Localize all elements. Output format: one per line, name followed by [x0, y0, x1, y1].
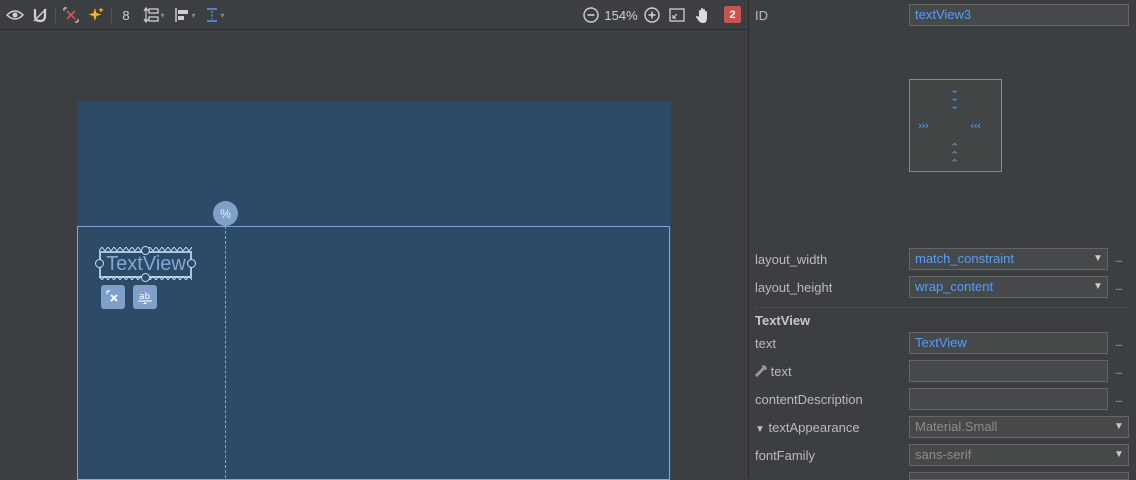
pack-icon[interactable]: ▾ — [141, 4, 167, 26]
left-anchor-handle[interactable] — [95, 259, 104, 268]
text-appearance-dropdown[interactable]: Material.Small ▼ — [909, 416, 1129, 438]
error-badge[interactable]: 2 — [724, 6, 741, 23]
dropdown-arrow-icon: ▼ — [1093, 281, 1103, 292]
id-field[interactable]: textView3 — [909, 4, 1129, 26]
text-label: text — [755, 336, 776, 351]
dropdown-arrow-icon: ▼ — [1093, 253, 1103, 264]
tools-text-label: text — [754, 364, 792, 379]
toolbar-separator — [111, 7, 112, 23]
pan-hand-icon[interactable] — [692, 4, 714, 26]
next-attribute-field[interactable] — [909, 472, 1129, 480]
layout-height-dropdown[interactable]: wrap_content ▼ — [909, 276, 1108, 298]
wrench-icon — [754, 365, 767, 378]
vertical-guideline[interactable] — [225, 226, 226, 478]
font-family-value: sans-serif — [915, 447, 972, 462]
dropdown-arrow-icon: ▼ — [1114, 421, 1124, 432]
design-toolbar: 8 ▾ ▾ ▾ 154% 2 — [0, 0, 748, 30]
top-constraint-chevrons[interactable]: ⌄ ⌄ ⌄ — [950, 84, 959, 111]
layout-height-value: wrap_content — [915, 279, 994, 294]
layout-width-more-button[interactable]: ... — [1115, 251, 1123, 265]
clear-widget-constraints-button[interactable] — [101, 285, 125, 309]
layout-width-dropdown[interactable]: match_constraint ▼ — [909, 248, 1108, 270]
dropdown-arrow-icon: ▼ — [1114, 449, 1124, 460]
eye-icon[interactable] — [5, 4, 25, 26]
font-family-label: fontFamily — [755, 448, 815, 463]
text-field[interactable]: TextView — [909, 332, 1108, 354]
right-constraint-chevrons[interactable]: ‹‹‹ — [970, 119, 981, 132]
default-margin-value[interactable]: 8 — [119, 4, 133, 26]
clear-constraints-icon[interactable] — [61, 4, 81, 26]
id-label: ID — [755, 8, 768, 23]
expand-triangle-icon[interactable]: ▼ — [755, 424, 765, 435]
layout-width-label: layout_width — [755, 252, 828, 267]
layout-height-label: layout_height — [755, 280, 833, 295]
text-more-button[interactable]: ... — [1115, 335, 1123, 349]
zoom-in-icon[interactable] — [642, 4, 662, 26]
tools-text-more-button[interactable]: ... — [1115, 363, 1123, 377]
baseline-button[interactable]: ab — [133, 285, 157, 309]
bottom-anchor-handle[interactable] — [141, 273, 150, 282]
zoom-out-icon[interactable] — [581, 4, 601, 26]
top-anchor-handle[interactable] — [141, 246, 150, 255]
text-appearance-value: Material.Small — [915, 419, 998, 434]
content-description-more-button[interactable]: ... — [1115, 391, 1123, 405]
guideline-percent-badge[interactable]: % — [213, 201, 238, 226]
layout-height-more-button[interactable]: ... — [1115, 279, 1123, 293]
magnet-icon[interactable] — [30, 4, 50, 26]
font-family-dropdown[interactable]: sans-serif ▼ — [909, 444, 1129, 466]
design-editor: 8 ▾ ▾ ▾ 154% 2 % TextView ab — [0, 0, 748, 480]
infer-constraints-icon[interactable] — [86, 4, 106, 26]
guidelines-icon[interactable]: ▾ — [203, 4, 227, 26]
align-icon[interactable]: ▾ — [172, 4, 198, 26]
tools-text-field[interactable] — [909, 360, 1108, 382]
content-description-field[interactable] — [909, 388, 1108, 410]
right-anchor-handle[interactable] — [187, 259, 196, 268]
zoom-level: 154% — [604, 7, 638, 23]
section-divider — [755, 307, 1130, 308]
layout-width-value: match_constraint — [915, 251, 1014, 266]
textview-section-title: TextView — [755, 313, 811, 328]
text-appearance-label[interactable]: ▼ textAppearance — [755, 420, 860, 435]
zoom-fit-icon[interactable] — [667, 4, 687, 26]
constraint-widget[interactable]: ⌄ ⌄ ⌄ ⌃ ⌃ ⌃ ››› ‹‹‹ — [909, 79, 1002, 172]
content-description-label: contentDescription — [755, 392, 863, 407]
attributes-panel: ID textView3 ⌄ ⌄ ⌄ ⌃ ⌃ ⌃ ››› ‹‹‹ layout_widt… — [749, 0, 1136, 480]
left-constraint-chevrons[interactable]: ››› — [918, 119, 929, 132]
bottom-constraint-chevrons[interactable]: ⌃ ⌃ ⌃ — [950, 142, 959, 169]
toolbar-separator — [55, 7, 56, 23]
